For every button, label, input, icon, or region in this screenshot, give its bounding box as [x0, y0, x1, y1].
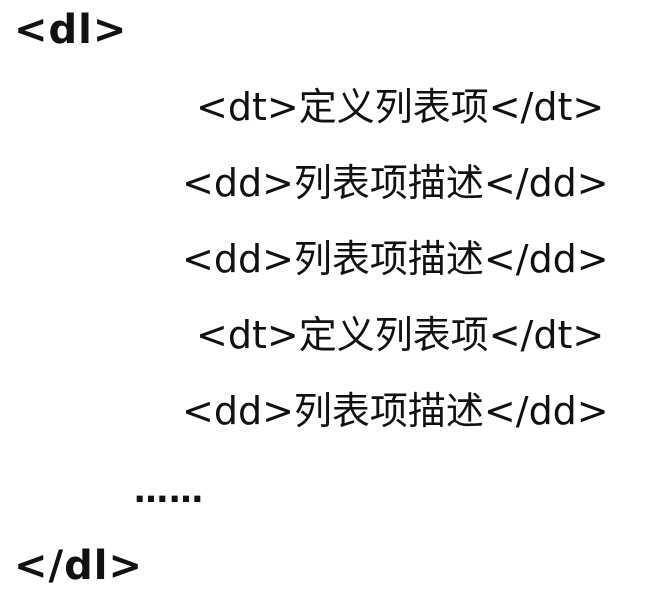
dd-line-3: <dd>列表项描述</dd>	[182, 389, 609, 433]
dt-line-1: <dt>定义列表项</dt>	[196, 85, 605, 129]
close-dl-tag: </dl>	[14, 543, 143, 589]
ellipsis: ……	[134, 471, 204, 511]
dt-line-2: <dt>定义列表项</dt>	[196, 313, 605, 357]
dd-line-1: <dd>列表项描述</dd>	[182, 161, 609, 205]
open-dl-tag: <dl>	[14, 7, 128, 53]
dd-line-2: <dd>列表项描述</dd>	[182, 237, 609, 281]
